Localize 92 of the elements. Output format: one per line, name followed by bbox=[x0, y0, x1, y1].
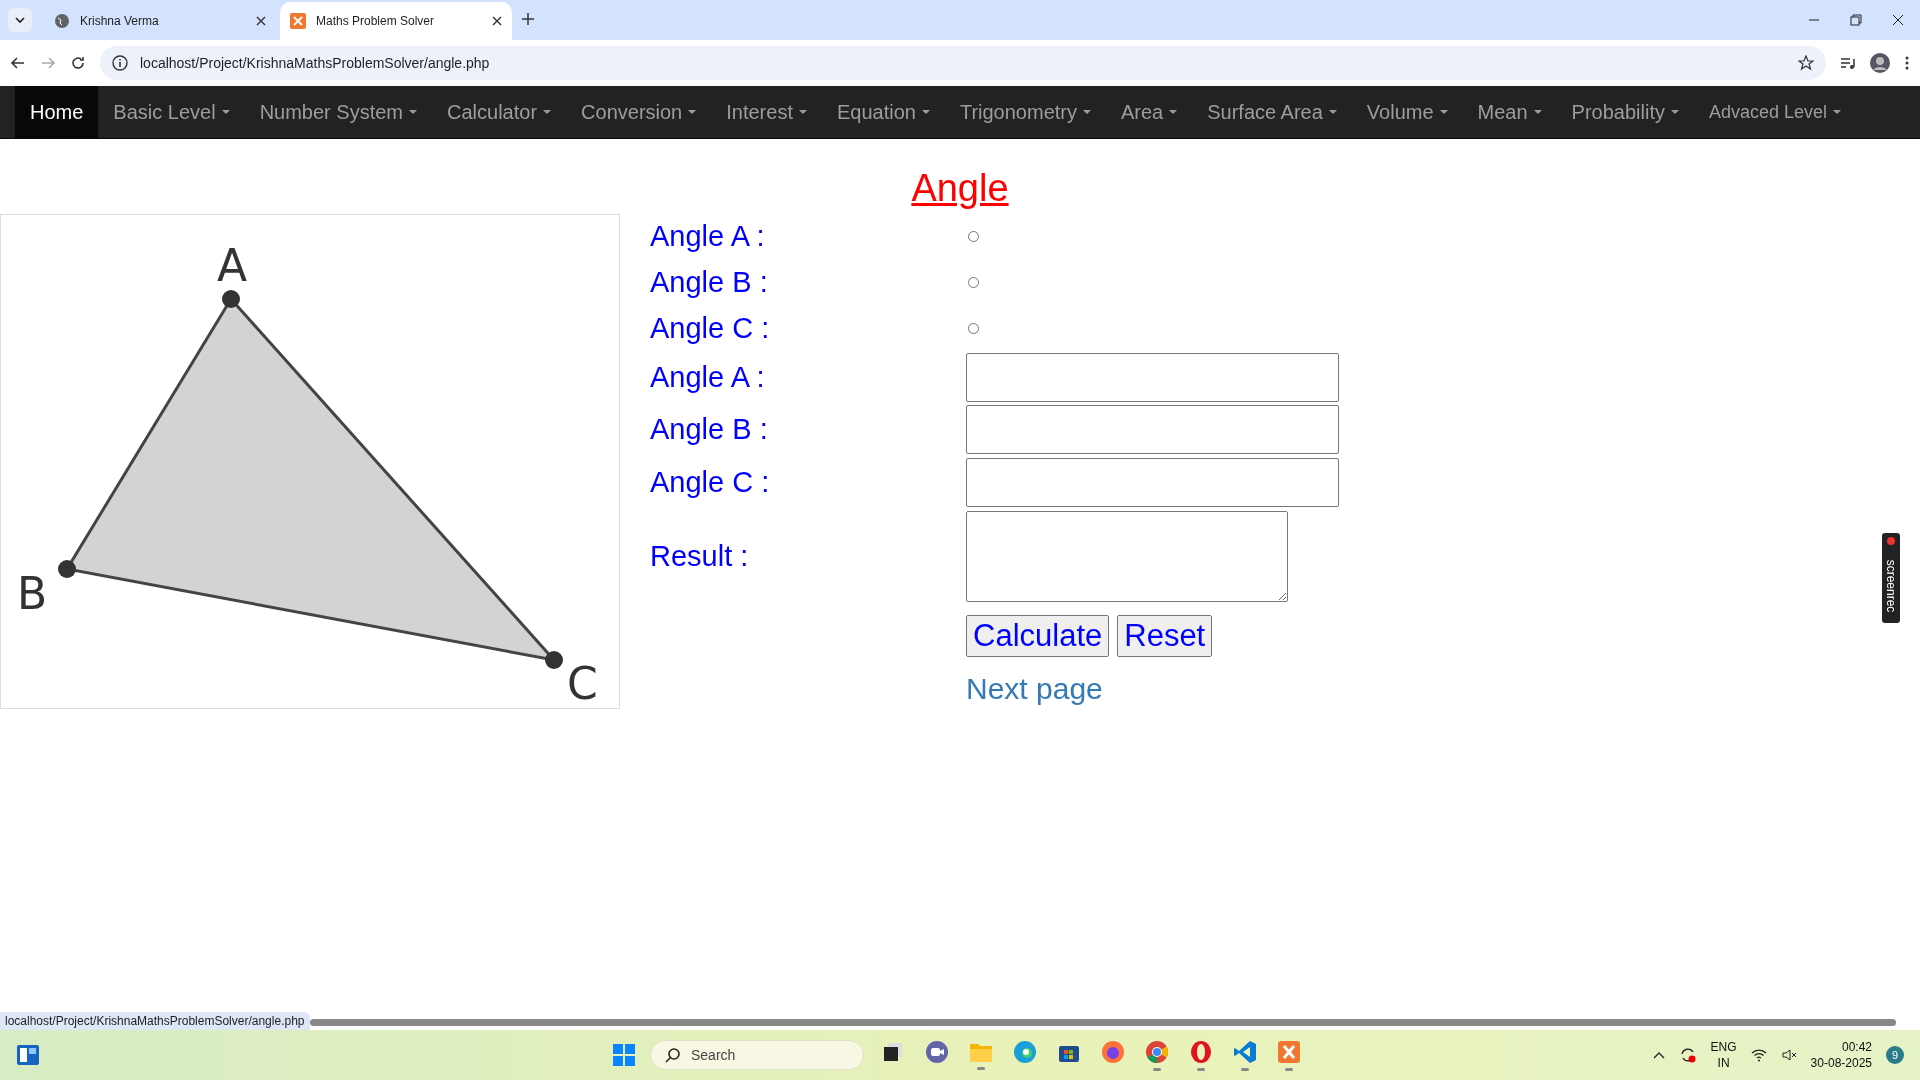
restore-icon[interactable] bbox=[1850, 14, 1862, 26]
nav-item[interactable]: Probability bbox=[1556, 86, 1694, 138]
nav-item[interactable]: Volume bbox=[1351, 86, 1463, 138]
vertex-label: A bbox=[217, 240, 248, 291]
caret-icon bbox=[1533, 110, 1542, 114]
vertex-dot bbox=[222, 290, 240, 308]
xampp-logo-icon bbox=[290, 13, 306, 29]
letter-o-icon[interactable] bbox=[1189, 1039, 1213, 1064]
reload-icon[interactable] bbox=[70, 55, 86, 71]
form-button[interactable]: Reset bbox=[1117, 615, 1213, 658]
code-editor-icon[interactable] bbox=[1233, 1039, 1257, 1064]
chevron-up-icon[interactable] bbox=[1652, 1051, 1665, 1059]
back-arrow-icon[interactable] bbox=[10, 55, 26, 71]
caret-icon bbox=[1083, 110, 1091, 114]
caret-icon bbox=[1439, 110, 1448, 114]
info-icon bbox=[112, 55, 128, 71]
record-dot-icon bbox=[1887, 537, 1895, 545]
chrome-circle-icon[interactable] bbox=[1145, 1039, 1169, 1064]
nav-item[interactable]: Trigonometry bbox=[944, 86, 1106, 138]
field-label: Angle A : bbox=[650, 360, 765, 394]
caret-icon bbox=[543, 110, 552, 114]
tab-title: Krishna Verma bbox=[80, 14, 160, 28]
nav-item[interactable]: Mean bbox=[1462, 86, 1557, 138]
widgets-icon[interactable] bbox=[16, 1043, 40, 1067]
video-chat-icon[interactable] bbox=[925, 1039, 949, 1064]
windows-logo-icon[interactable] bbox=[612, 1043, 636, 1067]
search-icon bbox=[665, 1047, 681, 1063]
field-label: Angle C : bbox=[650, 466, 770, 500]
recorder-tab[interactable]: screenrec bbox=[1882, 533, 1900, 623]
close-icon[interactable] bbox=[1892, 14, 1904, 26]
vertex-label: C bbox=[567, 658, 598, 708]
field-label: Angle B : bbox=[650, 266, 768, 299]
field-label: Angle C : bbox=[650, 311, 770, 345]
tab-title: Maths Problem Solver bbox=[316, 14, 436, 28]
nav-item[interactable]: Basic Level bbox=[98, 86, 245, 138]
input-field[interactable] bbox=[966, 405, 1339, 455]
nav-item[interactable]: Number System bbox=[244, 86, 432, 138]
nav-item[interactable]: Home bbox=[15, 86, 99, 138]
language-indicator[interactable]: ENG IN bbox=[1710, 1039, 1737, 1071]
close-icon[interactable] bbox=[492, 16, 502, 26]
status-url: localhost/Project/KrishnaMathsProblemSolver/angle.php bbox=[0, 1012, 310, 1030]
more-icon[interactable] bbox=[1904, 55, 1910, 71]
nav-item[interactable]: Surface Area bbox=[1192, 86, 1352, 138]
field-label: Angle A : bbox=[650, 220, 765, 254]
nav-item[interactable]: Area bbox=[1106, 86, 1193, 138]
taskbar-search[interactable]: Search bbox=[650, 1040, 864, 1070]
caret-icon bbox=[1671, 110, 1679, 114]
field-label: Angle B : bbox=[650, 413, 768, 447]
result-field[interactable] bbox=[966, 510, 1288, 602]
input-field[interactable] bbox=[966, 352, 1339, 402]
sync-icon[interactable] bbox=[1678, 1046, 1697, 1064]
caret-icon bbox=[1328, 110, 1337, 114]
window-stack-icon[interactable] bbox=[882, 1040, 904, 1063]
chevron-down-icon bbox=[15, 15, 25, 25]
input-field[interactable] bbox=[966, 458, 1339, 508]
caret-icon bbox=[221, 110, 230, 114]
nav-item[interactable]: Advaced Level bbox=[1694, 86, 1857, 138]
avatar-icon[interactable] bbox=[1870, 53, 1890, 73]
browser-tab[interactable]: Krishna Verma bbox=[44, 5, 276, 37]
caret-icon bbox=[1169, 110, 1178, 114]
nav-item[interactable]: Interest bbox=[711, 86, 822, 138]
notification-badge[interactable]: 9 bbox=[1886, 1046, 1904, 1064]
close-icon[interactable] bbox=[256, 16, 266, 26]
tab-list-button[interactable] bbox=[8, 8, 32, 32]
browser-tab[interactable]: Maths Problem Solver bbox=[280, 2, 512, 40]
address-bar[interactable]: localhost/Project/KrishnaMathsProblemSolver/angle.php bbox=[100, 46, 1826, 80]
speaker-muted-icon[interactable] bbox=[1780, 1047, 1797, 1063]
nav-item[interactable]: Calculator bbox=[432, 86, 567, 138]
next-page-link[interactable]: Next page bbox=[966, 672, 1103, 707]
caret-icon bbox=[798, 110, 807, 114]
caret-icon bbox=[409, 110, 417, 114]
url-text: localhost/Project/KrishnaMathsProblemSolver/angle.php bbox=[140, 55, 491, 71]
media-list-icon[interactable] bbox=[1840, 55, 1856, 71]
search-placeholder: Search bbox=[691, 1047, 736, 1063]
nav-item[interactable]: Conversion bbox=[566, 86, 712, 138]
vertex-dot bbox=[58, 560, 76, 578]
scrollbar[interactable] bbox=[309, 1019, 1896, 1026]
vertex-dot bbox=[545, 651, 563, 669]
caret-icon bbox=[688, 110, 697, 114]
field-label: Result : bbox=[650, 539, 749, 573]
wifi-icon[interactable] bbox=[1750, 1047, 1767, 1063]
plus-icon[interactable] bbox=[522, 13, 534, 25]
star-icon[interactable] bbox=[1798, 55, 1814, 71]
caret-icon bbox=[921, 110, 930, 114]
page-title[interactable]: Angle bbox=[911, 167, 1009, 210]
form-button[interactable]: Calculate bbox=[966, 615, 1110, 658]
vertex-label: B bbox=[17, 568, 48, 619]
nav-item[interactable]: Equation bbox=[821, 86, 945, 138]
caret-icon bbox=[1833, 110, 1842, 114]
recorder-label: screenrec bbox=[1884, 559, 1898, 613]
xampp-logo-icon[interactable] bbox=[1277, 1039, 1301, 1064]
clock[interactable]: 00:42 30-08-2025 bbox=[1810, 1039, 1872, 1071]
